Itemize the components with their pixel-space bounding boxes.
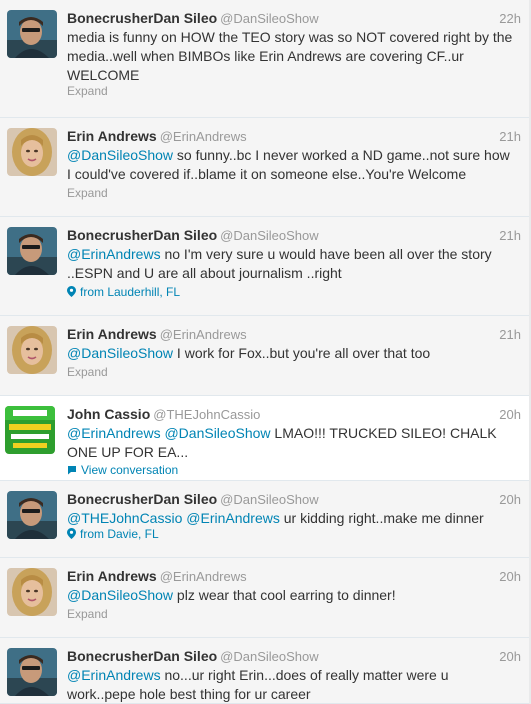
expand-link[interactable]: Expand (67, 365, 108, 379)
tweet-item[interactable]: Erin Andrews @ErinAndrews 21h @DanSileoShow… (0, 316, 529, 396)
footer-label: Expand (67, 607, 108, 621)
tweet-text: @ErinAndrews no...ur right Erin...does o… (67, 666, 517, 704)
user-name[interactable]: Erin Andrews (67, 568, 157, 584)
tweet-header: BonecrusherDan Sileo @DanSileoShow 20h (67, 491, 521, 509)
mention-link[interactable]: @ErinAndrews (67, 667, 161, 683)
mention-link[interactable]: @DanSileoShow (67, 587, 173, 603)
user-handle[interactable]: @ErinAndrews (160, 129, 247, 144)
tweet-item[interactable]: BonecrusherDan Sileo @DanSileoShow 20h @Eri… (0, 638, 529, 704)
tweet-header: BonecrusherDan Sileo @DanSileoShow 22h (67, 10, 521, 28)
tweet-text-segment: plz wear that cool earring to dinner! (173, 587, 396, 603)
mention-link[interactable]: @THEJohnCassio (67, 510, 182, 526)
tweet-timestamp[interactable]: 20h (499, 569, 521, 584)
tweet-header: Erin Andrews @ErinAndrews 20h (67, 568, 521, 586)
location-link[interactable]: from Lauderhill, FL (67, 285, 180, 299)
user-handle[interactable]: @DanSileoShow (220, 492, 318, 507)
expand-link[interactable]: Expand (67, 84, 108, 98)
tweet-text: @DanSileoShow I work for Fox..but you're… (67, 344, 517, 363)
tweet-item[interactable]: BonecrusherDan Sileo @DanSileoShow 21h @Eri… (0, 217, 529, 316)
user-handle[interactable]: @THEJohnCassio (153, 407, 260, 422)
tweet-header: Erin Andrews @ErinAndrews 21h (67, 128, 521, 146)
tweet-timeline: BonecrusherDan Sileo @DanSileoShow 22h medi… (0, 0, 531, 704)
tweet-timestamp[interactable]: 20h (499, 407, 521, 422)
tweet-text: @DanSileoShow so funny..bc I never worke… (67, 146, 517, 184)
tweet-header: John Cassio @THEJohnCassio 20h (67, 406, 521, 424)
mention-link[interactable]: @ErinAndrews (67, 246, 161, 262)
dan-sileo-avatar-icon[interactable] (7, 227, 57, 275)
tweet-timestamp[interactable]: 21h (499, 129, 521, 144)
user-name[interactable]: Erin Andrews (67, 128, 157, 144)
user-name[interactable]: Erin Andrews (67, 326, 157, 342)
user-name[interactable]: BonecrusherDan Sileo (67, 10, 217, 26)
footer-label: View conversation (81, 463, 179, 477)
user-handle[interactable]: @ErinAndrews (160, 327, 247, 342)
expand-link[interactable]: Expand (67, 186, 108, 200)
tweet-timestamp[interactable]: 22h (499, 11, 521, 26)
tweet-text-segment: ur kidding right..make me dinner (279, 510, 484, 526)
dan-sileo-avatar-icon[interactable] (7, 648, 57, 696)
user-name[interactable]: BonecrusherDan Sileo (67, 491, 217, 507)
mention-link[interactable]: @DanSileoShow (67, 345, 173, 361)
erin-andrews-avatar-icon[interactable] (7, 128, 57, 176)
tweet-text: @ErinAndrews @DanSileoShow LMAO!!! TRUCK… (67, 424, 517, 462)
user-handle[interactable]: @DanSileoShow (220, 649, 318, 664)
user-name[interactable]: John Cassio (67, 406, 150, 422)
mention-link[interactable]: @ErinAndrews (67, 425, 161, 441)
erin-andrews-avatar-icon[interactable] (7, 568, 57, 616)
erin-andrews-avatar-icon[interactable] (7, 326, 57, 374)
map-pin-icon (67, 285, 80, 299)
mention-link[interactable]: @DanSileoShow (67, 147, 173, 163)
dan-sileo-avatar-icon[interactable] (7, 10, 57, 58)
tweet-text: media is funny on HOW the TEO story was … (67, 28, 517, 85)
mention-link[interactable]: @DanSileoShow (164, 425, 270, 441)
user-handle[interactable]: @ErinAndrews (160, 569, 247, 584)
footer-label: from Lauderhill, FL (80, 285, 181, 299)
tweet-item[interactable]: John Cassio @THEJohnCassio 20h @ErinAndrews… (0, 396, 529, 481)
tweet-timestamp[interactable]: 20h (499, 492, 521, 507)
tweet-item[interactable]: Erin Andrews @ErinAndrews 21h @DanSileoShow… (0, 118, 529, 217)
footer-label: Expand (67, 365, 108, 379)
tweet-item[interactable]: BonecrusherDan Sileo @DanSileoShow 22h medi… (0, 0, 529, 118)
tweet-header: Erin Andrews @ErinAndrews 21h (67, 326, 521, 344)
tweet-text-segment: I work for Fox..but you're all over that… (173, 345, 431, 361)
dan-sileo-avatar-icon[interactable] (7, 491, 57, 539)
tweet-timestamp[interactable]: 21h (499, 228, 521, 243)
expand-link[interactable]: Expand (67, 607, 108, 621)
tweet-header: BonecrusherDan Sileo @DanSileoShow 21h (67, 227, 521, 245)
user-name[interactable]: BonecrusherDan Sileo (67, 227, 217, 243)
tweet-text: @THEJohnCassio @ErinAndrews ur kidding r… (67, 509, 517, 528)
mention-link[interactable]: @ErinAndrews (186, 510, 280, 526)
tweet-text-segment: media is funny on HOW the TEO story was … (67, 29, 513, 83)
user-handle[interactable]: @DanSileoShow (220, 11, 318, 26)
tweet-header: BonecrusherDan Sileo @DanSileoShow 20h (67, 648, 521, 666)
tweet-item[interactable]: BonecrusherDan Sileo @DanSileoShow 20h @THE… (0, 481, 529, 558)
footer-label: Expand (67, 84, 108, 98)
map-pin-icon (67, 527, 80, 541)
john-cassio-avatar-icon[interactable] (5, 406, 55, 454)
user-handle[interactable]: @DanSileoShow (220, 228, 318, 243)
tweet-item[interactable]: Erin Andrews @ErinAndrews 20h @DanSileoShow… (0, 558, 529, 638)
location-link[interactable]: from Davie, FL (67, 527, 159, 541)
tweet-timestamp[interactable]: 20h (499, 649, 521, 664)
tweet-text: @DanSileoShow plz wear that cool earring… (67, 586, 517, 605)
tweet-timestamp[interactable]: 21h (499, 327, 521, 342)
view-conversation-link[interactable]: View conversation (67, 463, 178, 477)
speech-bubble-icon (67, 463, 81, 477)
tweet-text: @ErinAndrews no I'm very sure u would ha… (67, 245, 517, 283)
user-name[interactable]: BonecrusherDan Sileo (67, 648, 217, 664)
footer-label: from Davie, FL (80, 527, 159, 541)
footer-label: Expand (67, 186, 108, 200)
